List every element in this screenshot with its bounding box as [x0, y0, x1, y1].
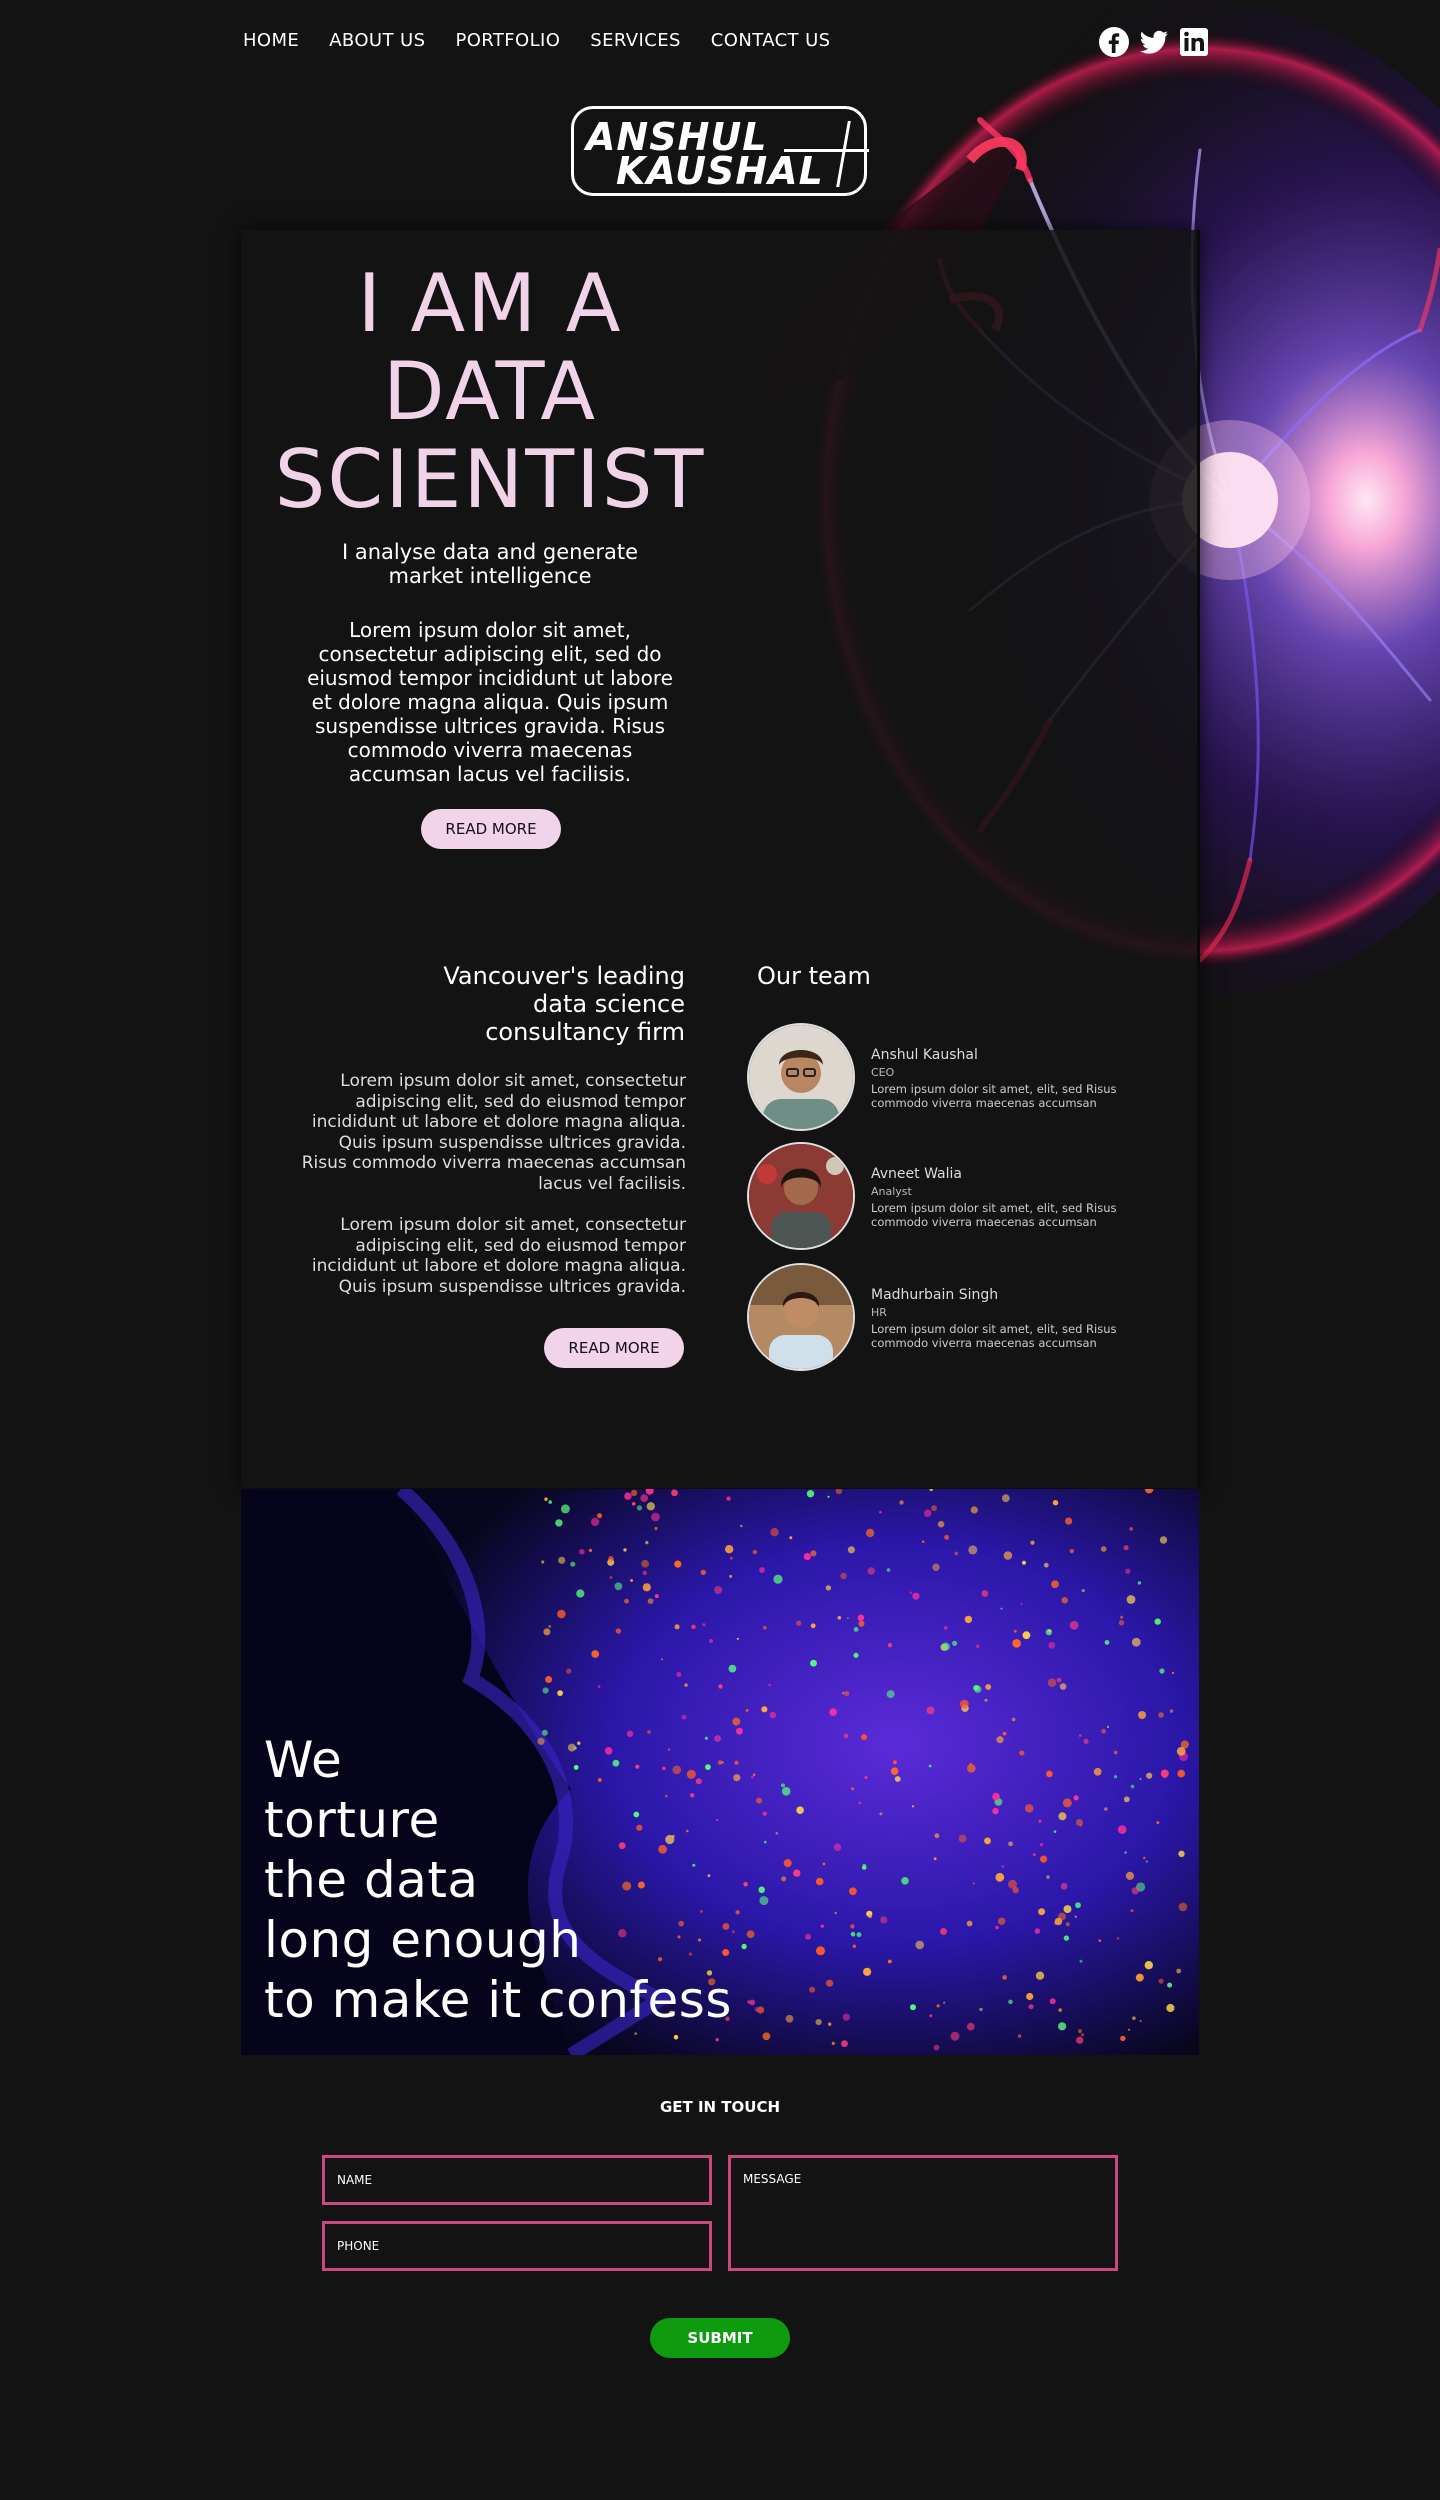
member-description: Lorem ipsum dolor sit amet, elit, sed Ri… — [871, 1201, 1117, 1229]
hero-subtitle: I analyse data and generate market intel… — [341, 540, 638, 588]
member-name: Avneet Walia — [871, 1166, 962, 1182]
quote-line-1: We — [264, 1731, 343, 1789]
hero-title: I AM A DATA SCIENTIST — [250, 260, 730, 524]
quote-line-2: torture — [264, 1791, 440, 1849]
hero-read-more-button[interactable]: READ MORE — [421, 809, 561, 849]
member-description: Lorem ipsum dolor sit amet, elit, sed Ri… — [871, 1082, 1117, 1110]
main-nav: HOME ABOUT US PORTFOLIO SERVICES CONTACT… — [243, 30, 830, 51]
social-links — [1098, 26, 1210, 58]
quote-line-4: long enough — [264, 1911, 582, 1969]
nav-contact-link[interactable]: CONTACT US — [711, 30, 831, 51]
logo-stroke — [836, 121, 851, 187]
team-member-card: Anshul Kaushal CEO Lorem ipsum dolor sit… — [747, 1023, 1187, 1131]
linkedin-icon[interactable] — [1178, 26, 1210, 58]
nav-portfolio-link[interactable]: PORTFOLIO — [455, 30, 560, 51]
hero-title-line-2: DATA — [382, 345, 598, 438]
avatar — [747, 1023, 855, 1131]
phone-field[interactable] — [322, 2221, 712, 2271]
about-paragraph-2: Lorem ipsum dolor sit amet, consectetur … — [311, 1215, 686, 1297]
avatar — [747, 1142, 855, 1250]
facebook-icon[interactable] — [1098, 26, 1130, 58]
submit-button[interactable]: SUBMIT — [650, 2318, 790, 2358]
member-name: Anshul Kaushal — [871, 1047, 978, 1063]
twitter-icon[interactable] — [1138, 26, 1170, 58]
team-member-card: Avneet Walia Analyst Lorem ipsum dolor s… — [747, 1142, 1187, 1250]
member-role: Analyst — [871, 1185, 912, 1198]
team-member-card: Madhurbain Singh HR Lorem ipsum dolor si… — [747, 1263, 1187, 1371]
logo-underline — [784, 149, 869, 152]
quote-text: We torture the data long enough to make … — [264, 1730, 732, 2030]
member-role: CEO — [871, 1066, 895, 1079]
contact-heading: GET IN TOUCH — [659, 2098, 781, 2116]
about-read-more-button[interactable]: READ MORE — [544, 1328, 684, 1368]
quote-line-3: the data — [264, 1851, 479, 1909]
hero-title-line-3: SCIENTIST — [274, 433, 706, 526]
about-paragraph-1: Lorem ipsum dolor sit amet, consectetur … — [301, 1071, 686, 1194]
team-title: Our team — [757, 962, 871, 990]
member-name: Madhurbain Singh — [871, 1287, 999, 1303]
hero-title-line-1: I AM A — [357, 257, 623, 350]
member-role: HR — [871, 1306, 887, 1319]
nav-home-link[interactable]: HOME — [243, 30, 299, 51]
about-title: Vancouver's leading data science consult… — [443, 962, 685, 1046]
logo-line-2: KAUSHAL — [616, 149, 824, 193]
avatar — [747, 1263, 855, 1371]
message-field[interactable] — [728, 2155, 1118, 2271]
site-logo[interactable]: ANSHUL KAUSHAL — [571, 106, 869, 196]
hero-body-text: Lorem ipsum dolor sit amet, consectetur … — [307, 618, 673, 786]
panel-edge — [1197, 230, 1200, 1488]
quote-line-5: to make it confess — [264, 1971, 732, 2029]
name-field[interactable] — [322, 2155, 712, 2205]
nav-services-link[interactable]: SERVICES — [590, 30, 681, 51]
nav-about-link[interactable]: ABOUT US — [329, 30, 425, 51]
member-description: Lorem ipsum dolor sit amet, elit, sed Ri… — [871, 1322, 1117, 1350]
